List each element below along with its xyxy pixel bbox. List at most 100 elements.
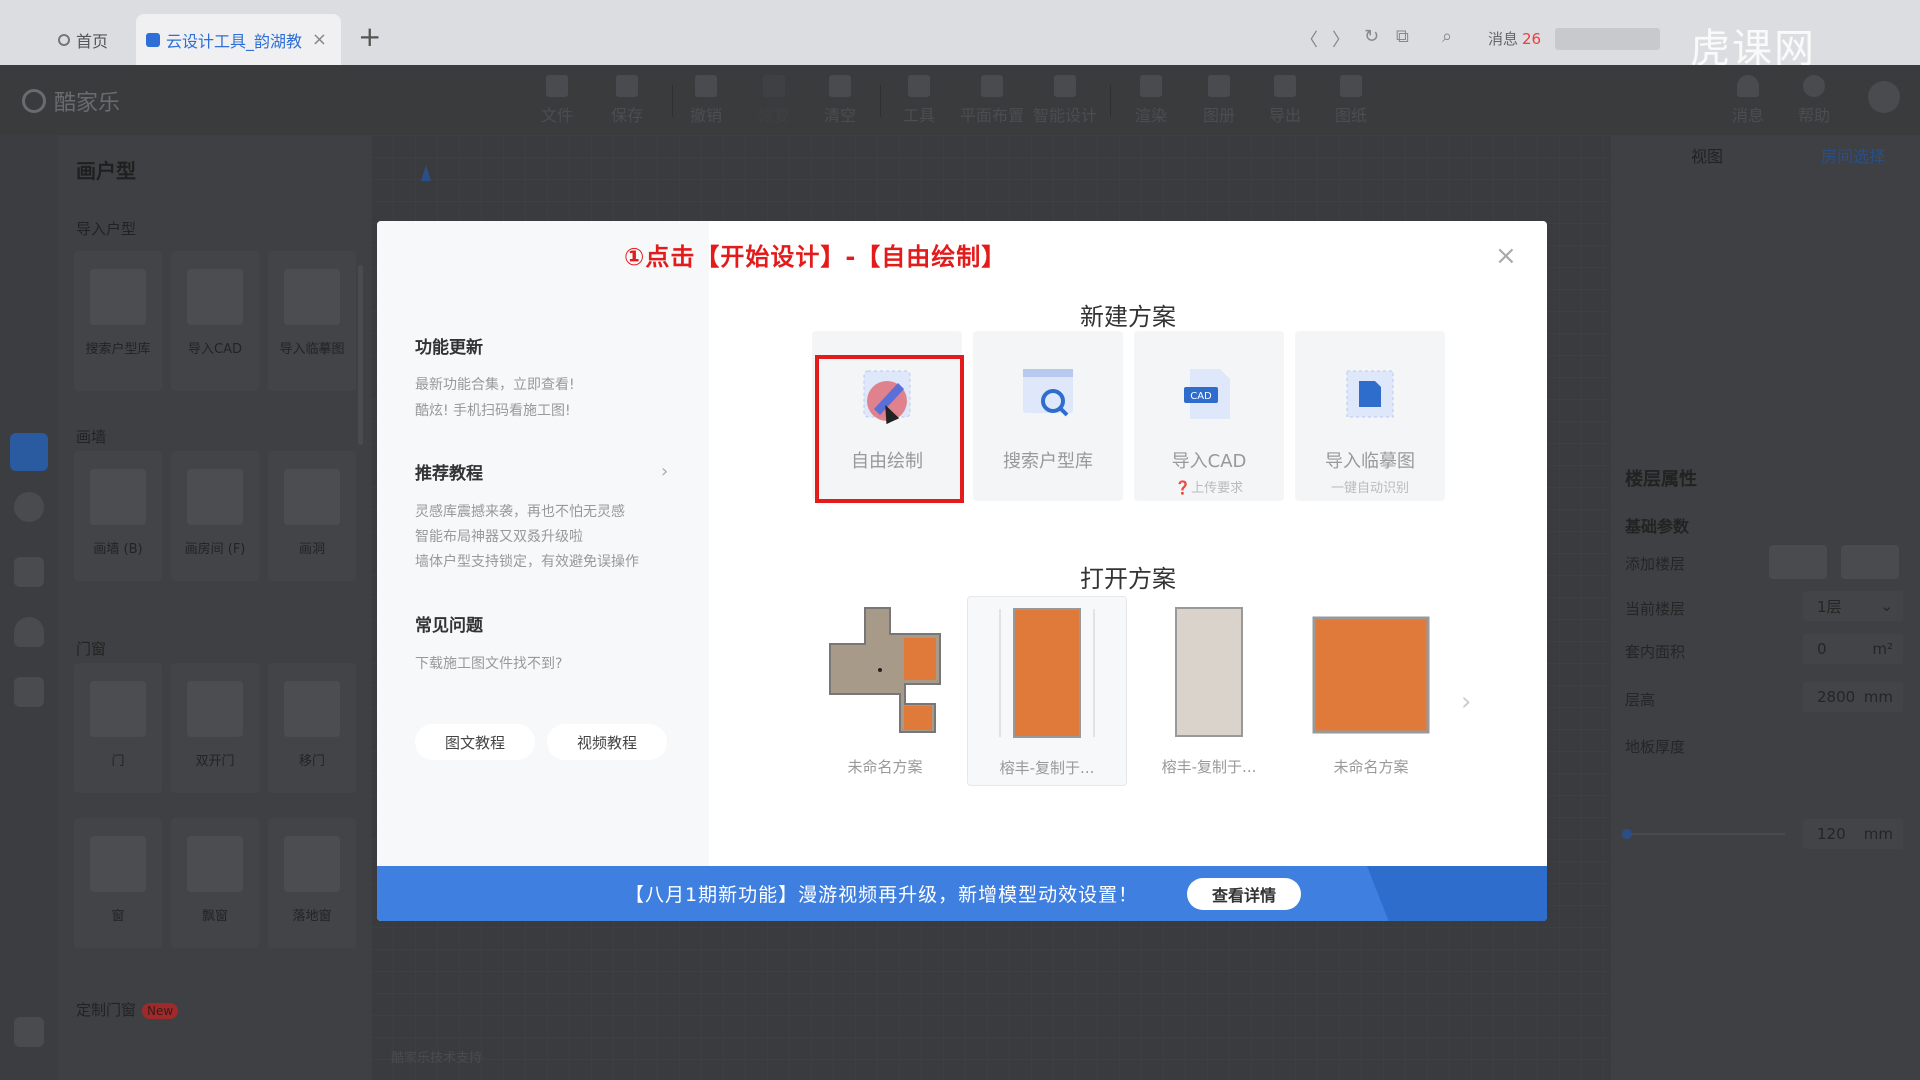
card-search-library[interactable]: 搜索户型库 [74,251,162,391]
close-icon[interactable]: × [1495,241,1517,271]
card-label: 画房间 (F) [184,542,246,557]
card-label: 搜索户型库 [85,342,151,357]
tab-view[interactable]: 视图 [1691,143,1723,167]
forward-icon[interactable]: 〉 [1332,26,1350,52]
card-label: 移门 [298,754,325,769]
updates-line[interactable]: 最新功能合集，立即查看! [415,374,575,394]
tool-tools[interactable]: 工具 [891,75,947,126]
plan-card[interactable]: 榕丰-复制于... [1129,596,1289,786]
card-draw-room[interactable]: 画房间 (F) [171,451,259,581]
inner-area-field[interactable]: 0 m² [1803,634,1903,664]
video-tutorial-button[interactable]: 视频教程 [547,724,667,760]
card-draw-opening[interactable]: 画洞 [268,451,356,581]
card-floor-window[interactable]: 落地窗 [268,818,356,948]
lightning-icon [1054,75,1076,97]
user-avatar[interactable] [1856,81,1912,118]
back-icon[interactable]: 〈 [1300,26,1318,52]
search-library-icon [1019,365,1077,423]
card-import-cad[interactable]: 导入CAD [171,251,259,391]
tech-support-text: 酷家乐技术支持 [391,1051,483,1066]
plan-card[interactable]: 未命名方案 [805,596,965,786]
floor-height-unit: mm [1863,688,1893,706]
slab-thickness-slider[interactable] [1622,829,1785,839]
rail-light-icon[interactable] [14,492,44,522]
plan-card[interactable]: 榕丰-复制于... [967,596,1127,786]
tool-save[interactable]: 保存 [599,75,655,126]
tab-close-icon[interactable]: × [312,29,327,50]
card-bay-window[interactable]: 飘窗 [171,818,259,948]
card-sliding-door[interactable]: 移门 [268,663,356,793]
tab-home[interactable]: 首页 [58,14,138,65]
card-label: 导入CAD [1171,451,1247,472]
card-import-trace[interactable]: 导入临摹图 [268,251,356,391]
card-double-door[interactable]: 双开门 [171,663,259,793]
floor-height-field[interactable]: 2800 mm [1803,682,1903,712]
card-draw-wall[interactable]: 画墙 (B) [74,451,162,581]
plan-card[interactable]: 未命名方案 [1291,596,1451,786]
window-icon [90,836,146,892]
tool-redo[interactable]: 恢复 [746,75,802,126]
slider-handle[interactable] [1622,829,1632,839]
text-tutorial-button[interactable]: 图文教程 [415,724,535,760]
rail-person-icon[interactable] [14,617,44,647]
chevron-down-icon: ⌄ [1880,597,1893,615]
inner-area-label: 套内面积 [1625,643,1686,661]
card-import-trace-plan[interactable]: 导入临摹图 一键自动识别 [1295,331,1445,501]
tool-clear[interactable]: 清空 [812,75,868,126]
slab-thickness-field[interactable]: 120 mm [1803,819,1903,849]
add-floor-below-button[interactable] [1841,545,1899,579]
tool-file[interactable]: 文件 [529,75,585,126]
toolbar-divider [672,85,673,117]
banner-decoration [1367,866,1547,921]
tab-active-label: 云设计工具_韵湖教 [166,31,303,51]
section-door-window: 门窗 [76,640,107,658]
rail-sofa-icon[interactable] [14,557,44,587]
tool-export[interactable]: 导出 [1257,75,1313,126]
chevron-right-icon[interactable]: › [1461,687,1471,717]
banner-text: 【八月1期新功能】漫游视频再升级，新增模型动效设置！ [625,884,1139,906]
tool-layout[interactable]: 平面布置 [955,75,1029,126]
rail-floorplan-icon[interactable] [10,433,48,471]
tutorial-line[interactable]: 智能布局神器又双叒升级啦 [415,526,583,546]
updates-line[interactable]: 酷炫! 手机扫码看施工图! [415,400,571,420]
new-tab-button[interactable]: + [358,20,381,53]
tutorial-line[interactable]: 墙体户型支持锁定，有效避免误操作 [415,551,639,571]
view-details-button[interactable]: 查看详情 [1187,878,1301,910]
blurred-address [1555,28,1660,50]
updates-title[interactable]: 功能更新 [415,333,483,358]
rail-layers-icon[interactable] [14,1017,44,1047]
upload-requirements-link[interactable]: ❓上传要求 [1175,477,1243,496]
sliding-door-icon [284,681,340,737]
opening-icon [284,469,340,525]
left-panel-scrollbar[interactable] [358,265,363,445]
tool-label: 清空 [823,106,856,125]
tool-drawings[interactable]: 图纸 [1323,75,1379,126]
faq-title[interactable]: 常见问题 [415,611,483,636]
tool-undo[interactable]: 撤销 [678,75,734,126]
browser-messages[interactable]: 消息 26 [1488,28,1541,49]
chevron-right-icon[interactable]: › [661,461,668,482]
refresh-icon[interactable]: ↻ [1364,26,1379,47]
card-door[interactable]: 门 [74,663,162,793]
tab-design-tool[interactable]: 云设计工具_韵湖教 × [136,14,341,65]
current-floor-select[interactable]: 1层 ⌄ [1803,591,1903,621]
rail-cabinet-icon[interactable] [14,677,44,707]
tutorial-line[interactable]: 灵感库震撼来袭，再也不怕无灵感 [415,501,625,521]
tool-render[interactable]: 渲染 [1123,75,1179,126]
add-floor-above-button[interactable] [1769,545,1827,579]
faq-line[interactable]: 下载施工图文件找不到? [415,653,562,673]
card-search-house[interactable]: 搜索户型库 [973,331,1123,501]
card-import-cad-plan[interactable]: CAD 导入CAD ❓上传要求 [1134,331,1284,501]
tutorial-title[interactable]: 推荐教程 [415,459,483,484]
toolbar-help[interactable]: 帮助 [1786,75,1842,126]
tool-smart-design[interactable]: 智能设计 [1028,75,1102,126]
tool-album[interactable]: 图册 [1191,75,1247,126]
home-icon [58,33,70,46]
card-window[interactable]: 窗 [74,818,162,948]
search-icon[interactable]: ⌕ [1442,26,1452,47]
avatar-icon [1868,81,1900,113]
copy-icon[interactable]: ⧉ [1396,26,1409,47]
tab-room-select[interactable]: 房间选择 [1821,143,1885,167]
toolbar-messages[interactable]: 消息 [1720,75,1776,126]
add-floor-label: 添加楼层 [1625,555,1686,573]
